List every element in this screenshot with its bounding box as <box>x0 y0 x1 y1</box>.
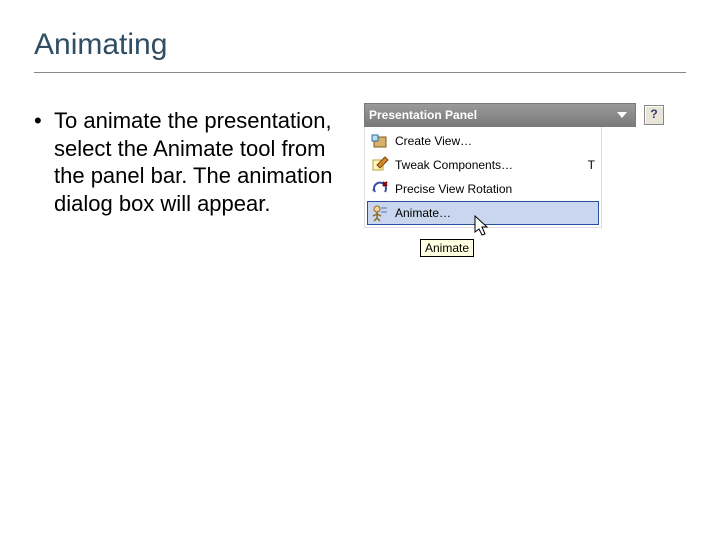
slide-body: • To animate the presentation, select th… <box>34 107 686 228</box>
screenshot-panel: Presentation Panel ? Create View… <box>364 103 664 228</box>
tooltip-animate: Animate <box>420 239 474 257</box>
panel-menu: Create View… Tweak Components… T <box>364 127 602 228</box>
panel-title-label: Presentation Panel <box>369 108 617 122</box>
menu-item-animate[interactable]: Animate… <box>367 201 599 225</box>
menu-item-precise-rotation[interactable]: Precise View Rotation <box>365 177 601 201</box>
bullet-list: • To animate the presentation, select th… <box>34 107 354 217</box>
dropdown-icon <box>617 112 627 118</box>
title-rule <box>34 72 686 73</box>
menu-item-label: Tweak Components… <box>395 158 580 172</box>
bullet-icon: • <box>34 107 54 217</box>
bullet-text: To animate the presentation, select the … <box>54 107 354 217</box>
bullet-item: • To animate the presentation, select th… <box>34 107 354 217</box>
create-view-icon <box>371 132 389 150</box>
menu-item-label: Create View… <box>395 134 587 148</box>
menu-item-tweak-components[interactable]: Tweak Components… T <box>365 153 601 177</box>
menu-item-label: Precise View Rotation <box>395 182 587 196</box>
precise-rotation-icon <box>371 180 389 198</box>
animate-icon <box>371 204 389 222</box>
tweak-components-icon <box>371 156 389 174</box>
menu-item-label: Animate… <box>395 206 587 220</box>
help-button[interactable]: ? <box>644 105 664 125</box>
slide: Animating • To animate the presentation,… <box>0 0 720 540</box>
menu-item-shortcut: T <box>588 158 595 172</box>
panel-titlebar[interactable]: Presentation Panel <box>364 103 636 127</box>
menu-item-create-view[interactable]: Create View… <box>365 129 601 153</box>
slide-title: Animating <box>34 28 686 62</box>
